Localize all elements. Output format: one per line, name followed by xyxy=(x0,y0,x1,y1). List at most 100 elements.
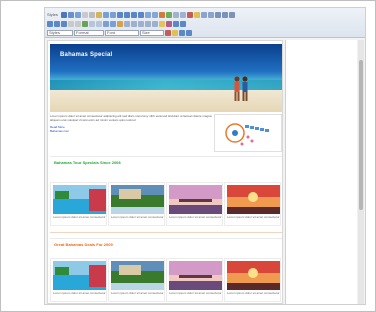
replace-icon[interactable] xyxy=(75,20,81,27)
italic-icon[interactable] xyxy=(67,11,74,18)
maximize-icon[interactable] xyxy=(179,29,185,36)
spellcheck-icon[interactable] xyxy=(82,20,88,27)
align-right-icon[interactable] xyxy=(130,11,137,18)
underline-icon[interactable] xyxy=(74,11,81,18)
editor-toolbar: Styles Styles Format Font Size xyxy=(45,8,365,38)
couple-illustration xyxy=(234,76,248,101)
button-icon[interactable] xyxy=(152,20,158,27)
paste-icon[interactable] xyxy=(95,11,102,18)
pool-resort-image xyxy=(53,261,106,290)
special-char-icon[interactable] xyxy=(166,20,172,27)
open-icon[interactable] xyxy=(54,20,60,27)
deal-caption: Lorem ipsum dolor sit amet consectetur xyxy=(169,291,222,295)
garden-hotel-image xyxy=(111,261,164,290)
styles-label: Styles xyxy=(47,11,58,17)
fullscreen-icon[interactable] xyxy=(173,20,179,27)
text-color-icon[interactable] xyxy=(165,29,171,36)
banner-image: Bahamas Special xyxy=(50,44,282,112)
toolbar-row-1: Styles xyxy=(47,10,235,19)
tour-card[interactable]: Lorem ipsum dolor sit amet consectetur xyxy=(108,182,165,226)
banner-title: Bahamas Special xyxy=(60,52,113,58)
deal-caption: Lorem ipsum dolor sit amet consectetur xyxy=(227,291,280,295)
site-link[interactable]: Bahamas.com xyxy=(50,129,212,133)
intro-text: Lorem ipsum dolor sit amet consectetur a… xyxy=(50,114,212,122)
bullet-list-icon[interactable] xyxy=(144,11,151,18)
image-icon[interactable] xyxy=(165,11,172,18)
about-icon[interactable] xyxy=(180,20,186,27)
smiley-icon[interactable] xyxy=(159,20,165,27)
copy-icon[interactable] xyxy=(88,11,95,18)
preview-icon[interactable] xyxy=(221,11,228,18)
print-icon[interactable] xyxy=(228,11,235,18)
section-2-title: Great Bahamas Deals For 2009 xyxy=(54,242,113,247)
subscript-icon[interactable] xyxy=(96,20,102,27)
section-2-header: Great Bahamas Deals For 2009 xyxy=(50,238,282,250)
toolbar-row-2 xyxy=(47,19,186,28)
vertical-scrollbar[interactable] xyxy=(358,40,364,304)
tour-card[interactable]: Lorem ipsum dolor sit amet consectetur xyxy=(166,182,223,226)
save-icon[interactable] xyxy=(61,20,67,27)
deal-card[interactable]: Lorem ipsum dolor sit amet consectetur xyxy=(50,258,107,302)
flash-icon[interactable] xyxy=(117,20,123,27)
new-icon[interactable] xyxy=(47,20,53,27)
tour-caption: Lorem ipsum dolor sit amet consectetur xyxy=(227,215,280,219)
color-icon[interactable] xyxy=(186,11,193,18)
outdent-icon[interactable] xyxy=(207,11,214,18)
beach-sunset-image xyxy=(227,261,280,290)
section-divider xyxy=(50,232,282,233)
deal-card[interactable]: Lorem ipsum dolor sit amet consectetur xyxy=(108,258,165,302)
indent-icon[interactable] xyxy=(200,11,207,18)
link-icon[interactable] xyxy=(158,11,165,18)
checkbox-icon[interactable] xyxy=(131,20,137,27)
deal-card[interactable]: Lorem ipsum dolor sit amet consectetur xyxy=(166,258,223,302)
find-icon[interactable] xyxy=(68,20,74,27)
anchor-icon[interactable] xyxy=(110,20,116,27)
side-panel xyxy=(285,40,357,304)
show-blocks-icon[interactable] xyxy=(186,29,192,36)
align-center-icon[interactable] xyxy=(123,11,130,18)
hr-icon[interactable] xyxy=(179,11,186,18)
bahamas-logo xyxy=(214,114,282,152)
pier-sunset-image xyxy=(169,261,222,290)
numbered-list-icon[interactable] xyxy=(151,11,158,18)
size-select[interactable]: Size xyxy=(140,29,164,36)
pool-resort-image xyxy=(53,185,106,214)
editor-content-area[interactable]: Bahamas Special Lorem ipsum dolor sit am… xyxy=(47,40,283,304)
format-select[interactable]: Format xyxy=(74,29,104,36)
strike-icon[interactable] xyxy=(103,20,109,27)
table-icon[interactable] xyxy=(172,11,179,18)
redo-icon[interactable] xyxy=(109,11,116,18)
beach-sunset-image xyxy=(227,185,280,214)
deal-card[interactable]: Lorem ipsum dolor sit amet consectetur xyxy=(224,258,281,302)
screenshot-frame: Styles Styles Format Font Size Bahamas S… xyxy=(0,0,376,312)
toolbar-row-3: Styles Format Font Size xyxy=(47,28,192,37)
highlight-icon[interactable] xyxy=(193,11,200,18)
superscript-icon[interactable] xyxy=(89,20,95,27)
styles-select[interactable]: Styles xyxy=(47,29,73,36)
source-icon[interactable] xyxy=(214,11,221,18)
section-2-grid: Lorem ipsum dolor sit amet consectetur L… xyxy=(50,258,282,302)
radio-icon[interactable] xyxy=(138,20,144,27)
section-1-title: Bahamas Tour Specials Since 2008 xyxy=(54,160,121,165)
bg-color-icon[interactable] xyxy=(172,29,178,36)
justify-icon[interactable] xyxy=(137,11,144,18)
bold-icon[interactable] xyxy=(60,11,67,18)
align-left-icon[interactable] xyxy=(116,11,123,18)
intro-block: Lorem ipsum dolor sit amet consectetur a… xyxy=(50,114,212,152)
garden-hotel-image xyxy=(111,185,164,214)
font-select[interactable]: Font xyxy=(105,29,139,36)
section-1-grid: Lorem ipsum dolor sit amet consectetur L… xyxy=(50,182,282,226)
html-editor-window: Styles Styles Format Font Size Bahamas S… xyxy=(44,7,366,305)
deal-caption: Lorem ipsum dolor sit amet consectetur xyxy=(53,291,106,295)
tour-card[interactable]: Lorem ipsum dolor sit amet consectetur xyxy=(224,182,281,226)
scrollbar-thumb[interactable] xyxy=(359,60,363,210)
textfield-icon[interactable] xyxy=(145,20,151,27)
form-icon[interactable] xyxy=(124,20,130,27)
cut-icon[interactable] xyxy=(81,11,88,18)
tour-card[interactable]: Lorem ipsum dolor sit amet consectetur xyxy=(50,182,107,226)
tour-caption: Lorem ipsum dolor sit amet consectetur xyxy=(53,215,106,219)
tour-caption: Lorem ipsum dolor sit amet consectetur xyxy=(111,215,164,219)
tour-caption: Lorem ipsum dolor sit amet consectetur xyxy=(169,215,222,219)
undo-icon[interactable] xyxy=(102,11,109,18)
pier-sunset-image xyxy=(169,185,222,214)
